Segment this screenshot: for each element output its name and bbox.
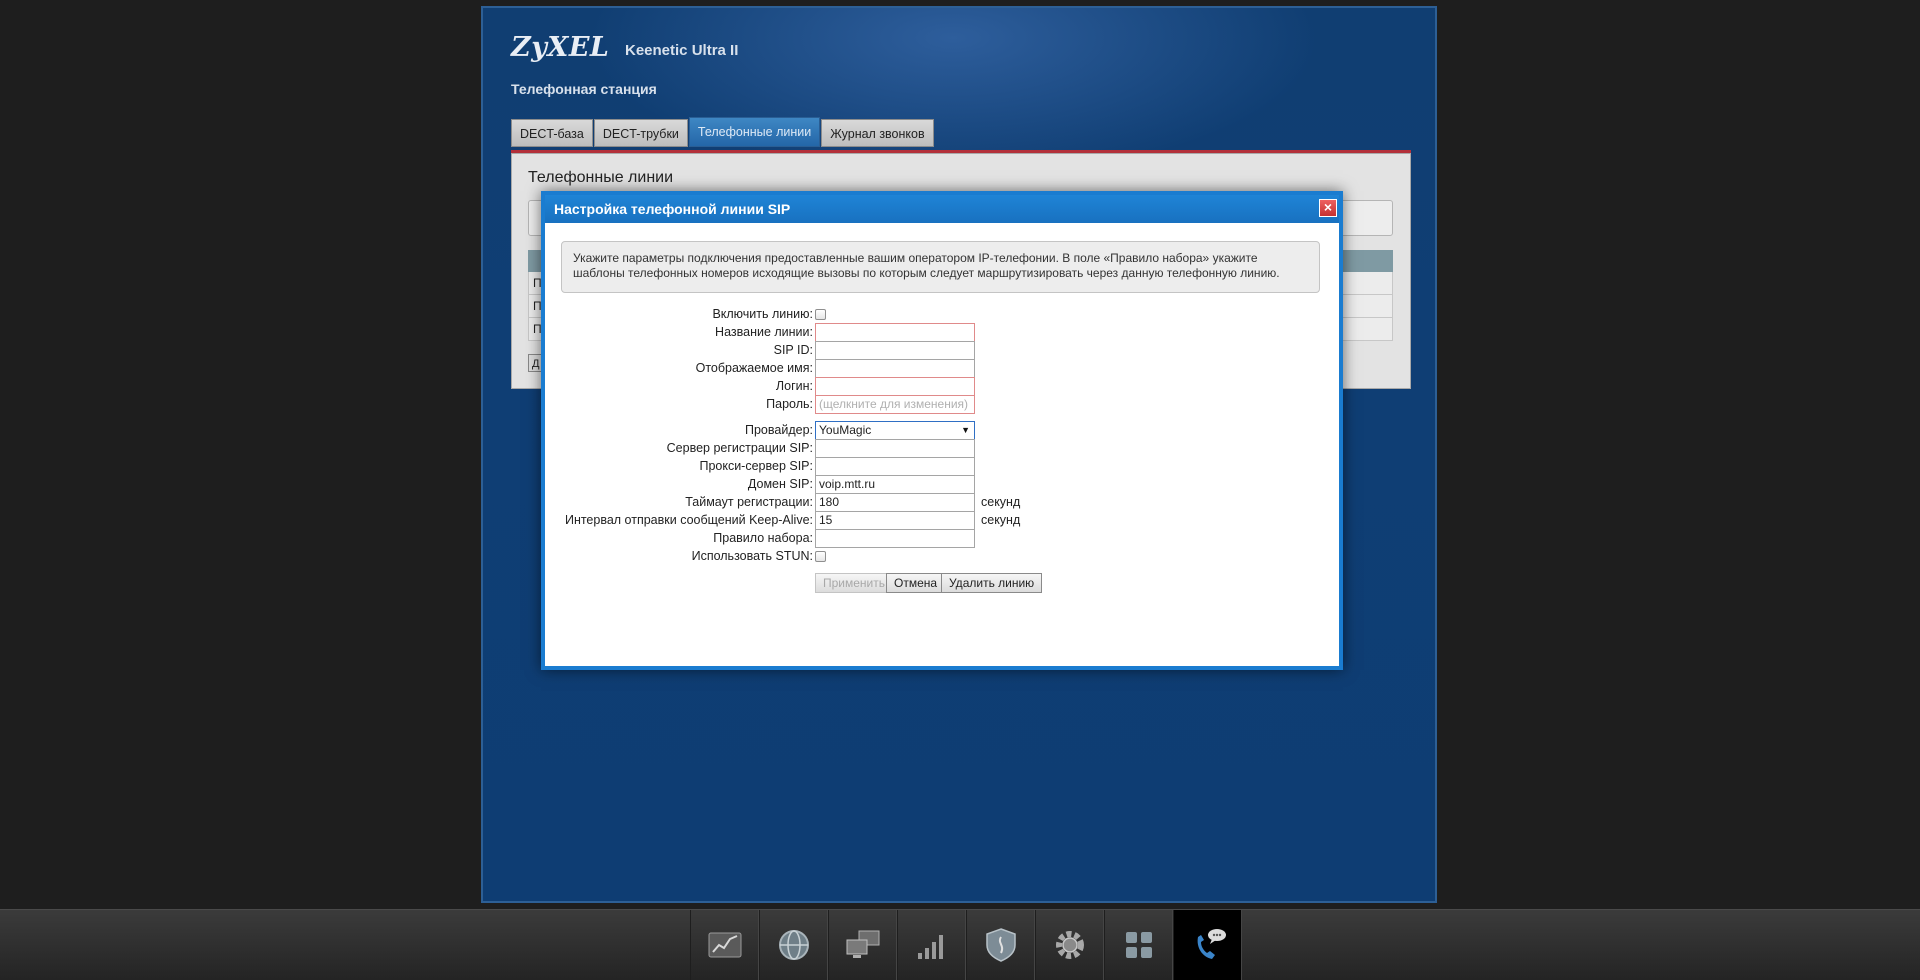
enable-line-checkbox[interactable] <box>815 309 826 320</box>
taskbar <box>0 909 1920 980</box>
brand-logo: ZyXEL <box>511 32 610 63</box>
row-use-stun: Использовать STUN: <box>545 545 1339 567</box>
shield-icon <box>985 928 1016 962</box>
cancel-button[interactable]: Отмена <box>886 573 946 593</box>
taskbar-icons <box>690 910 1242 980</box>
taskbar-system[interactable] <box>1035 910 1104 980</box>
row-password: Пароль: (щелкните для изменения) <box>545 393 1339 415</box>
tab-dect-base[interactable]: DECT-база <box>511 119 593 147</box>
taskbar-wifi[interactable] <box>897 910 966 980</box>
network-computers-icon <box>846 930 879 958</box>
signal-bars-icon <box>917 935 943 959</box>
taskbar-home-network[interactable] <box>828 910 897 980</box>
provider-value: YouMagic <box>819 423 872 437</box>
delete-line-button[interactable]: Удалить линию <box>941 573 1043 593</box>
password-input[interactable]: (щелкните для изменения) <box>815 395 975 414</box>
content-title: Телефонные линии <box>528 169 674 186</box>
tab-bar: DECT-база DECT-трубки Телефонные линии Ж… <box>511 117 935 147</box>
password-label: Пароль: <box>766 397 813 411</box>
apply-button[interactable]: Применить <box>815 573 894 593</box>
sip-line-dialog: Настройка телефонной линии SIP × Укажите… <box>541 191 1343 670</box>
globe-icon <box>778 930 809 960</box>
tab-dect-handsets[interactable]: DECT-трубки <box>593 119 688 147</box>
tab-call-log[interactable]: Журнал звонков <box>821 119 934 147</box>
dialog-title: Настройка телефонной линии SIP <box>545 195 1339 223</box>
use-stun-label: Использовать STUN: <box>691 549 813 563</box>
chart-icon <box>708 932 741 958</box>
apps-grid-icon <box>1125 932 1152 958</box>
tab-phone-lines[interactable]: Телефонные линии <box>688 117 821 147</box>
dialog-buttons: Применить Отмена Удалить линию <box>545 573 1339 595</box>
use-stun-checkbox[interactable] <box>815 551 826 562</box>
model-name: Keenetic Ultra II <box>625 42 739 59</box>
taskbar-telephony[interactable] <box>1173 910 1242 980</box>
page-title: Телефонная станция <box>511 81 657 97</box>
taskbar-applications[interactable] <box>1104 910 1173 980</box>
phone-chat-icon <box>1197 929 1226 959</box>
taskbar-monitoring[interactable] <box>690 910 759 980</box>
taskbar-internet[interactable] <box>759 910 828 980</box>
dialog-info-text: Укажите параметры подключения предоставл… <box>561 241 1320 293</box>
gear-icon <box>1055 931 1084 959</box>
close-icon[interactable]: × <box>1319 199 1337 217</box>
taskbar-security[interactable] <box>966 910 1035 980</box>
